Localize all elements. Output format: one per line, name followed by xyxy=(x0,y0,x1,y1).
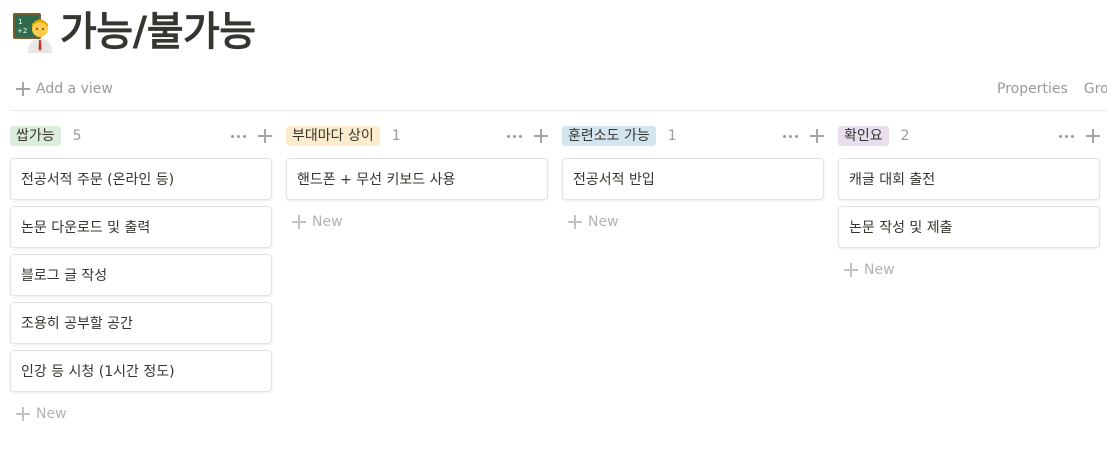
new-card-label: New xyxy=(36,406,67,422)
plus-icon xyxy=(844,263,858,277)
new-card-button[interactable]: New xyxy=(286,206,548,238)
column-header: 훈련소도 가능 1 xyxy=(562,122,824,150)
new-card-label: New xyxy=(864,262,895,278)
column-count: 1 xyxy=(391,128,401,144)
column-header: 부대마다 상이 1 xyxy=(286,122,548,150)
view-toolbar: Add a view Properties Gro xyxy=(10,74,1107,104)
more-options-icon[interactable] xyxy=(782,129,800,143)
board-card[interactable]: 블로그 글 작성 xyxy=(10,254,272,296)
add-card-plus-icon[interactable] xyxy=(258,129,272,143)
plus-icon xyxy=(568,215,582,229)
column-count: 2 xyxy=(900,128,910,144)
group-button[interactable]: Gro xyxy=(1084,81,1107,97)
more-options-icon[interactable] xyxy=(506,129,524,143)
board-card[interactable]: 캐글 대회 출전 xyxy=(838,158,1100,200)
add-view-button[interactable]: Add a view xyxy=(10,75,119,103)
column-tag[interactable]: 훈련소도 가능 xyxy=(562,126,656,146)
plus-icon xyxy=(16,82,30,96)
column-tag[interactable]: 부대마다 상이 xyxy=(286,126,380,146)
column-count: 1 xyxy=(667,128,677,144)
board-card[interactable]: 핸드폰 + 무선 키보드 사용 xyxy=(286,158,548,200)
column-tag[interactable]: 확인요 xyxy=(838,126,889,146)
board-column: 훈련소도 가능 1 전공서적 반입 New xyxy=(562,122,824,430)
column-tag[interactable]: 쌉가능 xyxy=(10,126,61,146)
new-card-label: New xyxy=(588,214,619,230)
page-header: 1 +2 가능/불가능 xyxy=(12,4,256,60)
kanban-board: 쌉가능 5 전공서적 주문 (온라인 등) 논문 다운로드 및 출력 블로그 글… xyxy=(10,122,1107,430)
column-header: 쌉가능 5 xyxy=(10,122,272,150)
plus-icon xyxy=(292,215,306,229)
board-card[interactable]: 논문 작성 및 제출 xyxy=(838,206,1100,248)
board-column: 쌉가능 5 전공서적 주문 (온라인 등) 논문 다운로드 및 출력 블로그 글… xyxy=(10,122,272,430)
plus-icon xyxy=(16,407,30,421)
board-column: 확인요 2 캐글 대회 출전 논문 작성 및 제출 New xyxy=(838,122,1100,430)
properties-button[interactable]: Properties xyxy=(997,81,1068,97)
add-card-plus-icon[interactable] xyxy=(1086,129,1100,143)
board-card[interactable]: 조용히 공부할 공간 xyxy=(10,302,272,344)
column-count: 5 xyxy=(72,128,82,144)
board-card[interactable]: 전공서적 반입 xyxy=(562,158,824,200)
more-options-icon[interactable] xyxy=(1058,129,1076,143)
toolbar-divider xyxy=(10,110,1107,111)
page-title: 가능/불가능 xyxy=(60,9,256,55)
svg-text:1: 1 xyxy=(18,18,22,26)
board-card[interactable]: 논문 다운로드 및 출력 xyxy=(10,206,272,248)
board-card[interactable]: 전공서적 주문 (온라인 등) xyxy=(10,158,272,200)
new-card-button[interactable]: New xyxy=(10,398,272,430)
board-column: 부대마다 상이 1 핸드폰 + 무선 키보드 사용 New xyxy=(286,122,548,430)
new-card-button[interactable]: New xyxy=(838,254,1100,286)
view-controls: Properties Gro xyxy=(997,81,1107,97)
more-options-icon[interactable] xyxy=(230,129,248,143)
add-card-plus-icon[interactable] xyxy=(810,129,824,143)
new-card-button[interactable]: New xyxy=(562,206,824,238)
new-card-label: New xyxy=(312,214,343,230)
board-card[interactable]: 인강 등 시청 (1시간 정도) xyxy=(10,350,272,392)
column-header: 확인요 2 xyxy=(838,122,1100,150)
teacher-at-chalkboard-icon[interactable]: 1 +2 xyxy=(12,11,54,53)
add-view-label: Add a view xyxy=(36,81,113,97)
add-card-plus-icon[interactable] xyxy=(534,129,548,143)
svg-text:+2: +2 xyxy=(17,27,27,35)
